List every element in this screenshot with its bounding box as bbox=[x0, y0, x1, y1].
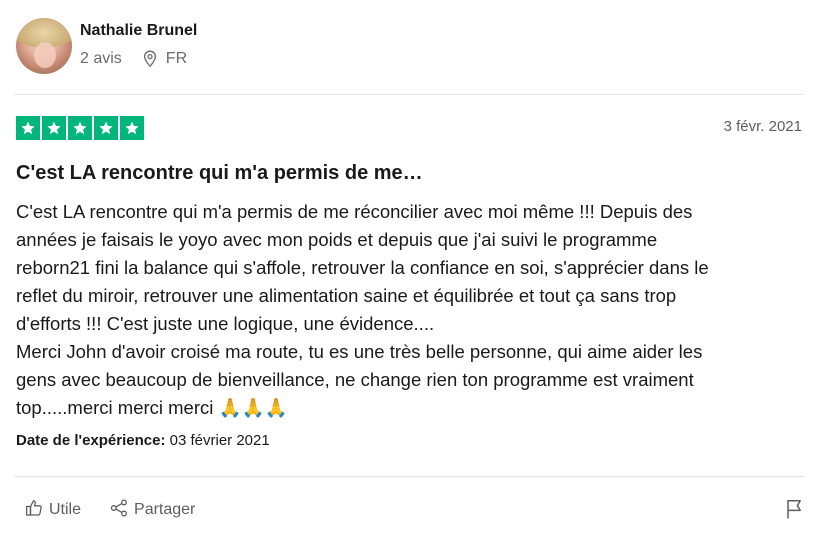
review-body-line: C'est LA rencontre qui m'a permis de me … bbox=[16, 201, 693, 222]
review-body: C'est LA rencontre qui m'a permis de me … bbox=[16, 198, 806, 422]
report-flag-button[interactable] bbox=[784, 498, 804, 525]
star-icon bbox=[16, 116, 40, 140]
star-icon bbox=[120, 116, 144, 140]
review-date: 3 févr. 2021 bbox=[723, 118, 802, 135]
review-body-line: top.....merci merci merci 🙏🙏🙏 bbox=[16, 397, 288, 418]
experience-date-label: Date de l'expérience: bbox=[16, 432, 166, 449]
star-rating bbox=[16, 116, 144, 140]
review-body-line: gens avec beaucoup de bienveillance, ne … bbox=[16, 369, 694, 390]
useful-label: Utile bbox=[49, 501, 82, 518]
footer-divider bbox=[14, 476, 804, 477]
reviewer-meta: 2 avis FR bbox=[80, 49, 197, 69]
review-card: Nathalie Brunel 2 avis FR 3 févr. 2021 C… bbox=[0, 0, 822, 543]
flag-icon bbox=[784, 500, 804, 524]
reviewer-name[interactable]: Nathalie Brunel bbox=[80, 21, 197, 41]
review-body-line: reborn21 fini la balance qui s'affole, r… bbox=[16, 257, 709, 278]
avatar[interactable] bbox=[16, 18, 72, 74]
location-pin-icon bbox=[142, 50, 158, 68]
star-icon bbox=[94, 116, 118, 140]
review-body-line: d'efforts !!! C'est juste une logique, u… bbox=[16, 313, 435, 334]
share-button[interactable]: Partager bbox=[109, 498, 195, 523]
share-label: Partager bbox=[134, 501, 196, 518]
header-divider bbox=[14, 94, 804, 95]
reviewer-header: Nathalie Brunel 2 avis FR bbox=[16, 16, 197, 76]
review-body-line: années je faisais le yoyo avec mon poids… bbox=[16, 229, 658, 250]
review-actions: Utile Partager bbox=[24, 496, 804, 524]
reviewer-country: FR bbox=[165, 50, 188, 67]
useful-button[interactable]: Utile bbox=[24, 498, 81, 523]
review-body-line: Merci John d'avoir croisé ma route, tu e… bbox=[16, 341, 703, 362]
experience-date-value: 03 février 2021 bbox=[169, 432, 270, 449]
review-title[interactable]: C'est LA rencontre qui m'a permis de me… bbox=[16, 160, 423, 186]
reviews-count: 2 avis bbox=[80, 50, 122, 67]
star-icon bbox=[68, 116, 92, 140]
thumbs-up-icon bbox=[24, 498, 49, 523]
review-body-line: reflet du miroir, retrouver une alimenta… bbox=[16, 285, 677, 306]
reviewer-info: Nathalie Brunel 2 avis FR bbox=[80, 21, 197, 69]
experience-date: Date de l'expérience: 03 février 2021 bbox=[16, 432, 270, 449]
share-icon bbox=[109, 498, 134, 523]
star-icon bbox=[42, 116, 66, 140]
